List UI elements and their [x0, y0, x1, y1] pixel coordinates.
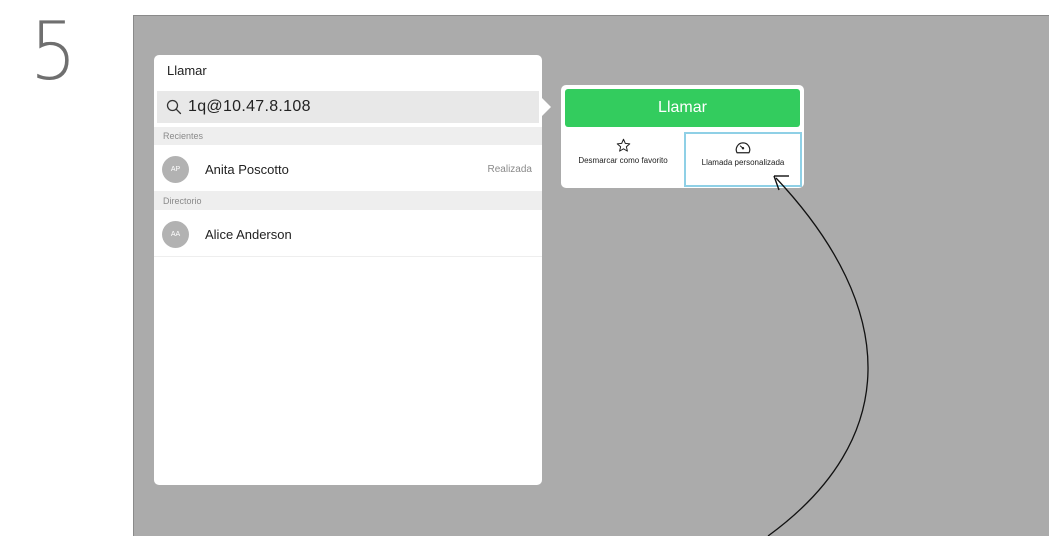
popover-pointer [542, 98, 551, 116]
avatar: AA [162, 220, 189, 248]
unfavorite-button[interactable]: Desmarcar como favorito [564, 132, 682, 187]
gauge-icon [734, 139, 752, 155]
contact-name: Anita Poscotto [205, 161, 289, 177]
panel-title: Llamar [167, 63, 207, 78]
search-icon [164, 97, 184, 117]
star-icon [616, 137, 631, 153]
custom-call-label: Llamada personalizada [701, 158, 785, 167]
step-number: 5 [30, 5, 77, 98]
call-status: Realizada [487, 163, 532, 175]
avatar: AP [162, 155, 189, 183]
section-header-directory: Directorio [154, 192, 542, 210]
section-header-recent: Recientes [154, 127, 542, 145]
instruction-page: 5 Llamar 1q@10.47.8.108 Recientes AP Ani… [0, 0, 1049, 536]
list-item-directory-contact[interactable]: AA Alice Anderson [154, 212, 542, 257]
call-button[interactable]: Llamar [565, 89, 800, 127]
unfavorite-label: Desmarcar como favorito [578, 156, 668, 165]
call-options-popover: Llamar Desmarcar como favorito Llamada p… [561, 85, 804, 188]
list-item-recent-contact[interactable]: AP Anita Poscotto Realizada [154, 147, 542, 192]
call-panel: Llamar 1q@10.47.8.108 Recientes AP Anita… [154, 55, 542, 485]
custom-call-button[interactable]: Llamada personalizada [684, 132, 802, 187]
contact-name: Alice Anderson [205, 226, 292, 242]
search-value: 1q@10.47.8.108 [188, 98, 311, 115]
search-input[interactable]: 1q@10.47.8.108 [157, 91, 539, 123]
